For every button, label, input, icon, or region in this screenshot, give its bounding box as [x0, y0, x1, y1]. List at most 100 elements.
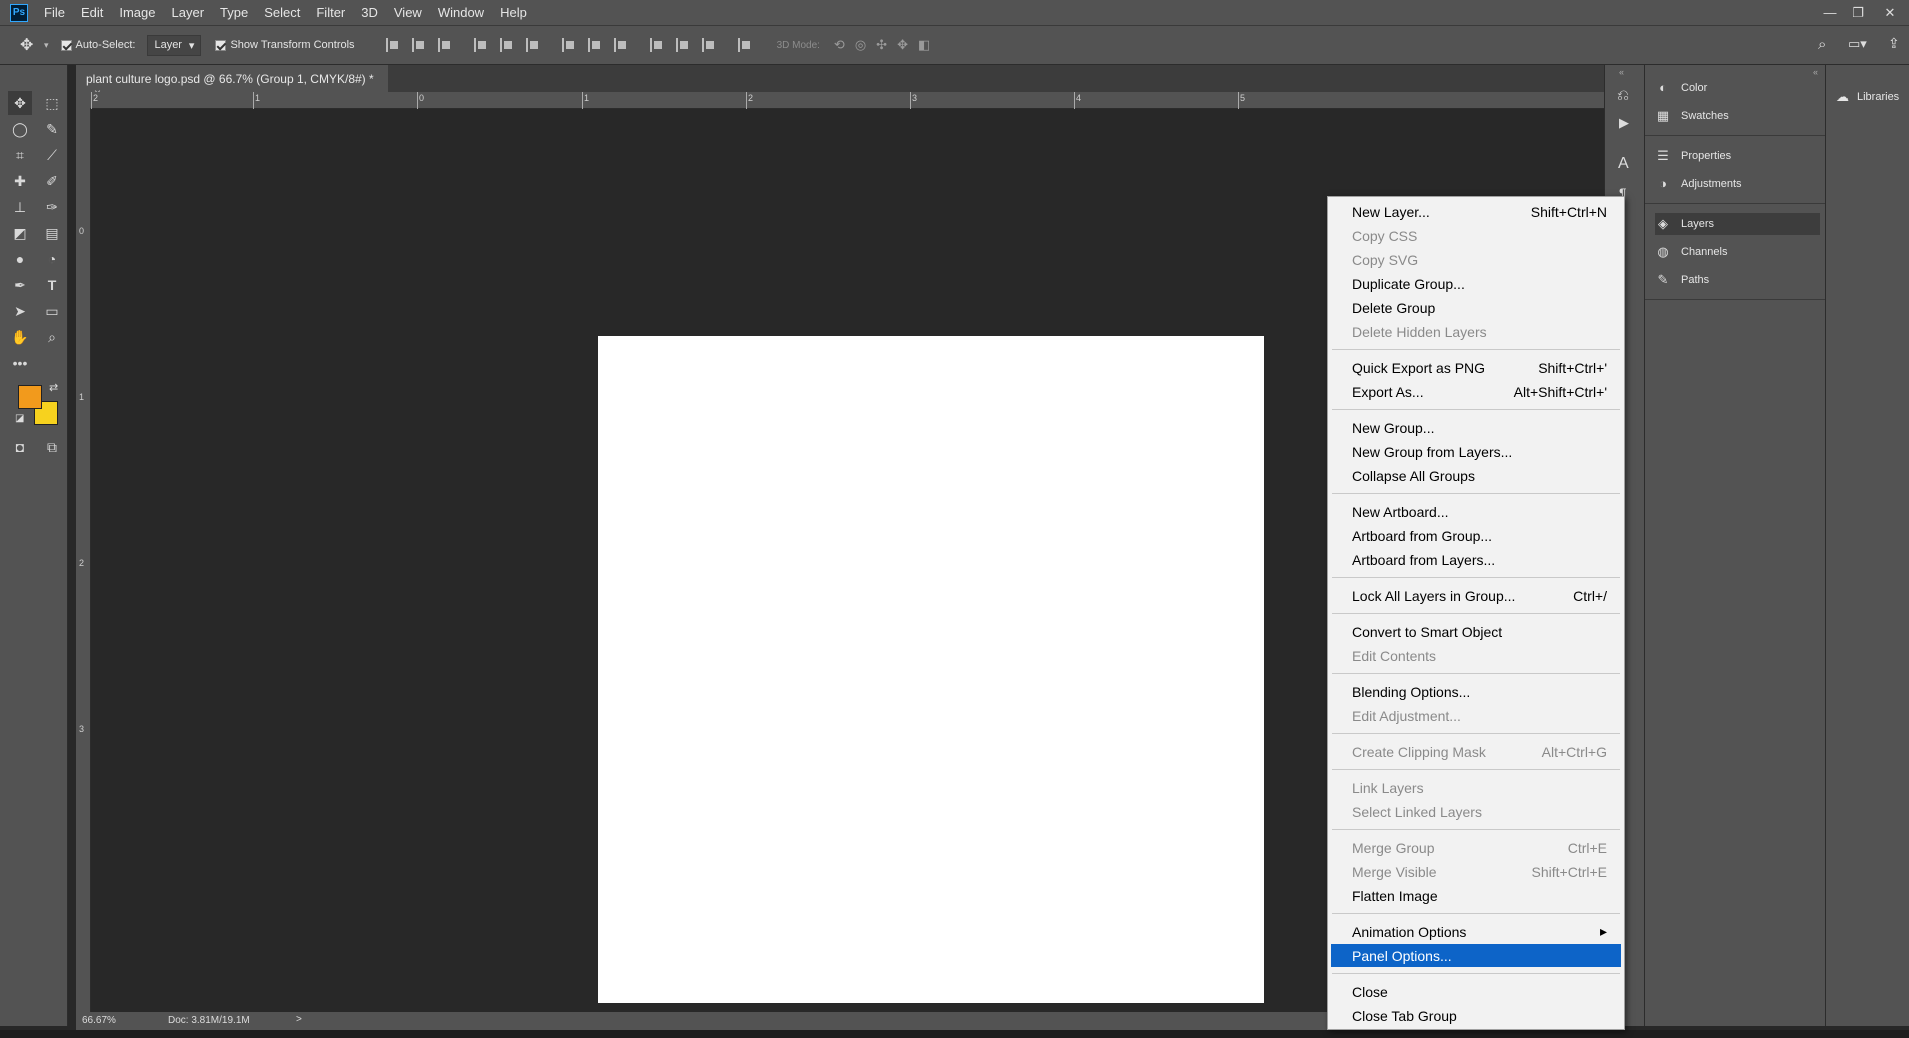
menu-select[interactable]: Select: [256, 0, 308, 25]
menu-item-new-artboard[interactable]: New Artboard...: [1331, 500, 1621, 523]
panel-tab-properties[interactable]: ☰ Properties: [1655, 145, 1820, 167]
document-canvas[interactable]: [598, 336, 1264, 1003]
show-transform-checkbox[interactable]: Show Transform Controls: [215, 39, 355, 51]
lasso-tool-icon[interactable]: ◯: [8, 117, 32, 141]
stamp-tool-icon[interactable]: ⊥: [8, 195, 32, 219]
document-tab[interactable]: plant culture logo.psd @ 66.7% (Group 1,…: [76, 65, 388, 100]
eraser-tool-icon[interactable]: ◩: [8, 221, 32, 245]
panel-tab-adjustments[interactable]: ◑ Adjustments: [1655, 173, 1820, 195]
crop-tool-icon[interactable]: ⌗: [8, 143, 32, 167]
menu-item-close[interactable]: Close: [1331, 980, 1621, 1003]
menu-item-convert-to-smart-object[interactable]: Convert to Smart Object: [1331, 620, 1621, 643]
menu-item-export-as[interactable]: Export As... Alt+Shift+Ctrl+': [1331, 380, 1621, 403]
collapse-dock-icon[interactable]: «: [1813, 67, 1818, 77]
menu-item-collapse-all-groups[interactable]: Collapse All Groups: [1331, 464, 1621, 487]
quick-mask-icon[interactable]: ◘: [8, 435, 32, 459]
align-left-icon[interactable]: [473, 38, 490, 52]
distribute-vcenter-icon[interactable]: [587, 38, 604, 52]
move-tool-icon[interactable]: ✥: [8, 91, 32, 115]
auto-select-target-dropdown[interactable]: Layer ▾: [147, 34, 202, 56]
menu-3d[interactable]: 3D: [353, 0, 386, 25]
roll-3d-icon[interactable]: ◎: [855, 37, 866, 53]
hand-tool-icon[interactable]: ✋: [8, 325, 32, 349]
character-icon[interactable]: A: [1618, 155, 1629, 173]
workspace-icon[interactable]: ▭▾: [1848, 36, 1867, 52]
zoom-level[interactable]: 66.67%: [82, 1015, 116, 1026]
foreground-color-swatch[interactable]: [18, 385, 42, 409]
rectangle-tool-icon[interactable]: ▭: [40, 299, 64, 323]
align-right-icon[interactable]: [525, 38, 542, 52]
orbit-3d-icon[interactable]: ⟲: [834, 37, 845, 53]
distribute-top-icon[interactable]: [561, 38, 578, 52]
auto-align-icon[interactable]: [737, 38, 754, 52]
pen-tool-icon[interactable]: ✒: [8, 273, 32, 297]
distribute-hcenter-icon[interactable]: [675, 38, 692, 52]
align-top-icon[interactable]: [385, 38, 402, 52]
quick-select-tool-icon[interactable]: ✎: [40, 117, 64, 141]
healing-tool-icon[interactable]: ✚: [8, 169, 32, 193]
menu-item-close-tab-group[interactable]: Close Tab Group: [1331, 1004, 1621, 1027]
status-menu-arrow-icon[interactable]: >: [296, 1014, 302, 1025]
gradient-tool-icon[interactable]: ▤: [40, 221, 64, 245]
move-tool-icon[interactable]: ✥: [20, 35, 44, 55]
distribute-bottom-icon[interactable]: [613, 38, 630, 52]
slide-3d-icon[interactable]: ✥: [897, 37, 908, 53]
tool-preset-chevron-icon[interactable]: ▾: [44, 40, 49, 51]
libraries-tab[interactable]: ☁ Libraries: [1836, 89, 1899, 105]
panel-tab-layers[interactable]: ◈ Layers: [1655, 213, 1820, 235]
menu-image[interactable]: Image: [111, 0, 163, 25]
menu-item-new-layer[interactable]: New Layer... Shift+Ctrl+N: [1331, 200, 1621, 223]
search-icon[interactable]: ⌕: [1818, 36, 1826, 53]
actions-play-icon[interactable]: ▶: [1619, 115, 1629, 131]
menu-item-artboard-from-group[interactable]: Artboard from Group...: [1331, 524, 1621, 547]
swap-colors-icon[interactable]: ⇄: [49, 381, 58, 394]
type-tool-icon[interactable]: T: [40, 273, 64, 297]
menu-view[interactable]: View: [386, 0, 430, 25]
menu-item-animation-options[interactable]: Animation Options ▸: [1331, 920, 1621, 943]
menu-help[interactable]: Help: [492, 0, 535, 25]
share-icon[interactable]: ⇪: [1888, 35, 1900, 52]
menu-item-new-group-from-layers[interactable]: New Group from Layers...: [1331, 440, 1621, 463]
history-brush-tool-icon[interactable]: ✑: [40, 195, 64, 219]
panel-tab-channels[interactable]: ◍ Channels: [1655, 241, 1820, 263]
scale-3d-icon[interactable]: ◧: [918, 37, 930, 53]
panel-tab-paths[interactable]: ✎ Paths: [1655, 269, 1820, 291]
menu-item-panel-options[interactable]: Panel Options...: [1331, 944, 1621, 967]
menu-filter[interactable]: Filter: [308, 0, 353, 25]
auto-select-checkbox[interactable]: Auto-Select:: [60, 39, 135, 51]
align-bottom-icon[interactable]: [437, 38, 454, 52]
panel-tab-swatches[interactable]: ▦ Swatches: [1655, 105, 1820, 127]
menu-item-lock-all-layers-in-group[interactable]: Lock All Layers in Group... Ctrl+/: [1331, 584, 1621, 607]
menu-item-new-group[interactable]: New Group...: [1331, 416, 1621, 439]
history-icon[interactable]: ⎌: [1617, 87, 1629, 104]
marquee-tool-icon[interactable]: ⬚: [40, 91, 64, 115]
drag-3d-icon[interactable]: ✣: [876, 37, 887, 53]
collapse-arrows-icon[interactable]: «: [1619, 67, 1624, 77]
menu-item-flatten-image[interactable]: Flatten Image: [1331, 884, 1621, 907]
blur-tool-icon[interactable]: ●: [8, 247, 32, 271]
screen-mode-icon[interactable]: ⧉: [40, 435, 64, 459]
close-window-icon[interactable]: ✕: [1876, 0, 1904, 25]
menu-file[interactable]: File: [36, 0, 73, 25]
align-hcenter-icon[interactable]: [499, 38, 516, 52]
eyedropper-tool-icon[interactable]: ⟋: [40, 143, 64, 167]
panel-tab-color[interactable]: ◐ Color: [1655, 77, 1820, 99]
minimize-icon[interactable]: —: [1816, 0, 1844, 25]
path-select-tool-icon[interactable]: ➤: [8, 299, 32, 323]
align-vcenter-icon[interactable]: [411, 38, 428, 52]
menu-edit[interactable]: Edit: [73, 0, 111, 25]
brush-tool-icon[interactable]: ✐: [40, 169, 64, 193]
dodge-tool-icon[interactable]: ◔: [40, 247, 64, 271]
menu-item-blending-options[interactable]: Blending Options...: [1331, 680, 1621, 703]
distribute-right-icon[interactable]: [701, 38, 718, 52]
menu-item-delete-group[interactable]: Delete Group: [1331, 296, 1621, 319]
restore-icon[interactable]: ❐: [1844, 0, 1872, 25]
more-tools-icon[interactable]: •••: [8, 351, 32, 375]
default-colors-icon[interactable]: ◪: [15, 413, 24, 424]
zoom-tool-icon[interactable]: ⌕: [40, 325, 64, 349]
menu-item-artboard-from-layers[interactable]: Artboard from Layers...: [1331, 548, 1621, 571]
menu-type[interactable]: Type: [212, 0, 256, 25]
photoshop-logo-icon[interactable]: Ps: [10, 3, 28, 22]
menu-layer[interactable]: Layer: [164, 0, 213, 25]
menu-item-quick-export-as-png[interactable]: Quick Export as PNG Shift+Ctrl+': [1331, 356, 1621, 379]
